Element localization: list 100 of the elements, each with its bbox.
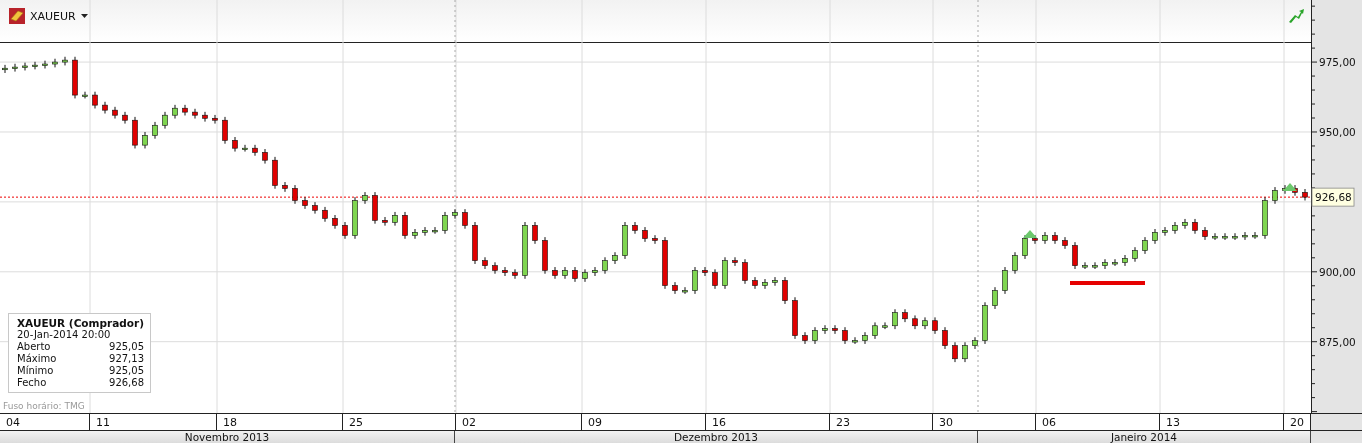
candle xyxy=(872,321,878,340)
candle xyxy=(332,214,338,230)
candle xyxy=(972,336,978,350)
candle xyxy=(602,256,608,275)
candle xyxy=(342,221,348,240)
candle xyxy=(672,281,678,295)
candle xyxy=(1022,234,1028,260)
candle xyxy=(322,206,328,223)
axis-label: 875,00 xyxy=(1319,335,1356,348)
month-label: Dezembro 2013 xyxy=(455,431,978,443)
timezone-label: Fuso horário: TMG xyxy=(3,401,85,411)
candle xyxy=(1152,228,1158,245)
candle xyxy=(722,256,728,290)
candle xyxy=(422,226,428,237)
info-value: 925,05 xyxy=(109,365,144,377)
candle xyxy=(482,256,488,270)
candle xyxy=(992,286,998,310)
date-label: 23 xyxy=(830,414,933,430)
candle xyxy=(1272,186,1278,205)
trend-icon xyxy=(1289,9,1305,24)
axis-label: 950,00 xyxy=(1319,126,1356,138)
candle xyxy=(552,266,558,280)
candle xyxy=(172,104,178,120)
candle xyxy=(692,266,698,295)
date-label: 13 xyxy=(1160,414,1284,430)
candle xyxy=(1142,236,1148,255)
symbol-selector[interactable]: XAUEUR xyxy=(9,8,88,24)
candle xyxy=(262,148,268,165)
candle xyxy=(1172,221,1178,235)
date-label: 11 xyxy=(90,414,217,430)
candle xyxy=(1192,218,1198,235)
candle xyxy=(752,276,758,290)
date-label: 09 xyxy=(582,414,706,430)
info-label: Máximo xyxy=(17,353,57,365)
candle xyxy=(132,116,138,149)
candle xyxy=(442,211,448,235)
date-label: 06 xyxy=(1036,414,1160,430)
candle xyxy=(102,101,108,115)
candle xyxy=(712,268,718,290)
date-label: 02 xyxy=(456,414,582,430)
candle xyxy=(202,111,208,123)
candle xyxy=(292,184,298,205)
candle xyxy=(312,201,318,215)
candle xyxy=(802,331,808,345)
info-value: 927,13 xyxy=(109,353,144,365)
axis-label: 975,00 xyxy=(1319,56,1356,69)
candle xyxy=(952,341,958,363)
candle xyxy=(272,156,278,190)
candle xyxy=(162,111,168,130)
candle xyxy=(782,276,788,305)
candle xyxy=(1052,231,1058,245)
candle xyxy=(142,131,148,149)
candle xyxy=(182,104,188,116)
candle xyxy=(1302,188,1308,201)
candle xyxy=(942,326,948,350)
price-label: 926,68 xyxy=(1311,187,1355,207)
candle xyxy=(72,56,78,99)
candle xyxy=(252,144,258,157)
candle xyxy=(52,58,58,68)
info-value: 926,68 xyxy=(109,377,144,389)
candle xyxy=(1202,226,1208,241)
candle xyxy=(212,114,218,125)
candle xyxy=(2,64,8,74)
candle xyxy=(412,228,418,240)
date-label: 30 xyxy=(933,414,1036,430)
candle xyxy=(742,258,748,285)
candle xyxy=(1122,254,1128,267)
candle xyxy=(302,196,308,210)
candle xyxy=(732,256,738,267)
dropdown-caret-icon xyxy=(80,14,88,18)
candle xyxy=(352,196,358,240)
candle xyxy=(1262,196,1268,240)
candle xyxy=(682,286,688,295)
info-label: Aberto xyxy=(17,341,51,353)
candle xyxy=(652,234,658,245)
candle xyxy=(112,106,118,120)
candle xyxy=(922,316,928,330)
candle xyxy=(1182,218,1188,230)
date-label: 16 xyxy=(706,414,830,430)
candle xyxy=(832,324,838,335)
candle xyxy=(1102,258,1108,270)
candle xyxy=(222,116,228,145)
candle xyxy=(762,278,768,290)
date-label: 25 xyxy=(343,414,456,430)
candle xyxy=(882,321,888,330)
candle xyxy=(1002,266,1008,295)
candle xyxy=(1082,261,1088,270)
candle xyxy=(32,61,38,70)
candle xyxy=(662,236,668,290)
candle xyxy=(642,226,648,243)
month-label: Janeiro 2014 xyxy=(978,431,1311,443)
alert-marker-icon xyxy=(1023,230,1037,238)
candle xyxy=(512,268,518,280)
candle xyxy=(632,221,638,235)
candle xyxy=(192,108,198,120)
candle xyxy=(1242,231,1248,241)
info-datetime: 20-Jan-2014 20:00 xyxy=(17,329,111,341)
candle xyxy=(1252,231,1258,240)
candle xyxy=(1112,258,1118,267)
candle xyxy=(562,266,568,280)
